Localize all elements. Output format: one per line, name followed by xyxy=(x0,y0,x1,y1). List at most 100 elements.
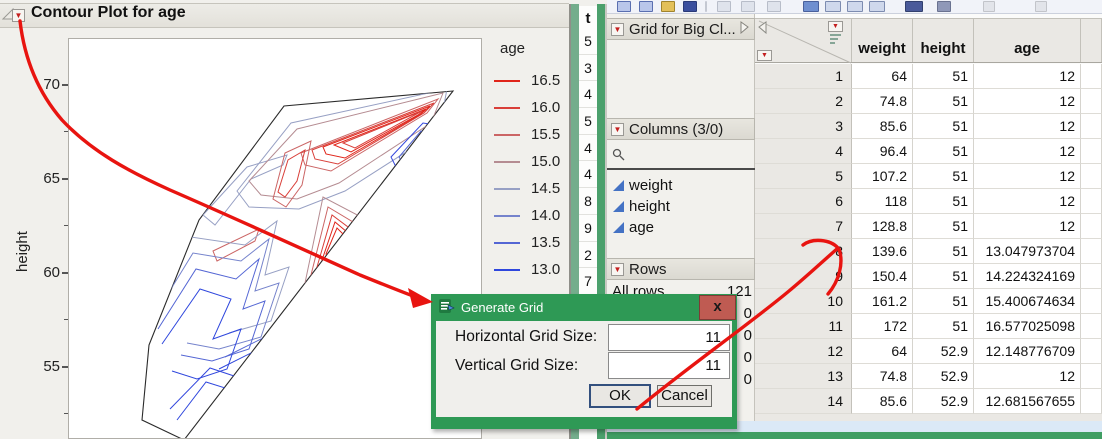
table-row[interactable]: 2 74.8 51 12 xyxy=(755,89,1102,114)
grid-panel-header[interactable]: ▼ Grid for Big Cl... xyxy=(607,18,755,40)
column-list-item[interactable]: height xyxy=(613,196,753,217)
report-menu-button[interactable]: ▼ xyxy=(12,9,25,22)
column-header-weight[interactable]: weight xyxy=(852,19,913,62)
age-cell[interactable]: 12 xyxy=(974,114,1081,139)
toolbar-icon[interactable] xyxy=(683,1,697,12)
table-row[interactable]: 5 107.2 51 12 xyxy=(755,164,1102,189)
height-cell[interactable]: 51 xyxy=(913,64,974,89)
age-cell[interactable]: 16.577025098 xyxy=(974,314,1081,339)
ok-button[interactable]: OK xyxy=(590,385,650,407)
table-row[interactable]: 14 85.6 52.9 12.681567655 xyxy=(755,389,1102,414)
toolbar-icon[interactable] xyxy=(869,1,885,12)
rows-panel-menu-button[interactable]: ▼ xyxy=(611,263,624,276)
age-cell[interactable]: 12 xyxy=(974,64,1081,89)
columns-panel-menu-button[interactable]: ▼ xyxy=(611,123,624,136)
table-row[interactable]: 12 64 52.9 12.148776709 xyxy=(755,339,1102,364)
toolbar-icon[interactable] xyxy=(617,1,631,12)
weight-cell[interactable]: 107.2 xyxy=(852,164,913,189)
weight-cell[interactable]: 85.6 xyxy=(852,114,913,139)
dialog-titlebar[interactable]: Generate Grid x xyxy=(431,294,737,321)
age-cell[interactable]: 12.681567655 xyxy=(974,389,1081,414)
rows-panel-header[interactable]: ▼ Rows xyxy=(607,258,755,280)
columns-panel-header[interactable]: ▼ Columns (3/0) xyxy=(607,118,755,140)
height-cell[interactable]: 51 xyxy=(913,264,974,289)
table-row[interactable]: 11 172 51 16.577025098 xyxy=(755,314,1102,339)
grid-corner-cell[interactable]: ▼ ▼ xyxy=(755,19,852,64)
weight-cell[interactable]: 64 xyxy=(852,339,913,364)
toolbar-icon[interactable] xyxy=(639,1,653,12)
cancel-button[interactable]: Cancel xyxy=(657,385,712,407)
table-row[interactable]: 6 118 51 12 xyxy=(755,189,1102,214)
age-cell[interactable]: 13.047973704 xyxy=(974,239,1081,264)
height-cell[interactable]: 51 xyxy=(913,164,974,189)
weight-cell[interactable]: 74.8 xyxy=(852,89,913,114)
table-row[interactable]: 9 150.4 51 14.224324169 xyxy=(755,264,1102,289)
toolbar-icon[interactable] xyxy=(741,1,755,12)
table-row[interactable]: 3 85.6 51 12 xyxy=(755,114,1102,139)
row-number-cell[interactable]: 2 xyxy=(755,89,852,114)
grid-panel-menu-button[interactable]: ▼ xyxy=(611,23,624,36)
height-cell[interactable]: 51 xyxy=(913,314,974,339)
age-cell[interactable]: 12 xyxy=(974,189,1081,214)
row-number-cell[interactable]: 6 xyxy=(755,189,852,214)
table-row[interactable]: 7 128.8 51 12 xyxy=(755,214,1102,239)
height-cell[interactable]: 51 xyxy=(913,89,974,114)
row-number-cell[interactable]: 7 xyxy=(755,214,852,239)
search-icon[interactable] xyxy=(612,148,626,162)
table-row[interactable]: 10 161.2 51 15.400674634 xyxy=(755,289,1102,314)
weight-cell[interactable]: 118 xyxy=(852,189,913,214)
height-cell[interactable]: 51 xyxy=(913,239,974,264)
age-cell[interactable]: 14.224324169 xyxy=(974,264,1081,289)
weight-cell[interactable]: 161.2 xyxy=(852,289,913,314)
age-cell[interactable]: 12.148776709 xyxy=(974,339,1081,364)
column-list-item[interactable]: age xyxy=(613,217,753,238)
row-number-cell[interactable]: 3 xyxy=(755,114,852,139)
age-cell[interactable]: 12 xyxy=(974,139,1081,164)
toolbar-icon[interactable] xyxy=(767,1,781,12)
age-cell[interactable]: 12 xyxy=(974,89,1081,114)
select-all-triangle-icon[interactable] xyxy=(757,21,768,34)
height-cell[interactable]: 51 xyxy=(913,289,974,314)
age-cell[interactable]: 15.400674634 xyxy=(974,289,1081,314)
table-row[interactable]: 4 96.4 51 12 xyxy=(755,139,1102,164)
table-row[interactable]: 13 74.8 52.9 12 xyxy=(755,364,1102,389)
row-number-cell[interactable]: 12 xyxy=(755,339,852,364)
height-cell[interactable]: 52.9 xyxy=(913,389,974,414)
height-cell[interactable]: 51 xyxy=(913,114,974,139)
horizontal-grid-size-input[interactable]: 11 xyxy=(608,324,730,351)
toolbar-icon[interactable] xyxy=(661,1,675,12)
row-number-cell[interactable]: 10 xyxy=(755,289,852,314)
height-cell[interactable]: 51 xyxy=(913,139,974,164)
age-cell[interactable]: 12 xyxy=(974,214,1081,239)
row-number-cell[interactable]: 5 xyxy=(755,164,852,189)
weight-cell[interactable]: 172 xyxy=(852,314,913,339)
row-number-cell[interactable]: 13 xyxy=(755,364,852,389)
columns-search-box[interactable] xyxy=(607,142,755,170)
expand-right-icon[interactable] xyxy=(740,21,750,34)
height-cell[interactable]: 52.9 xyxy=(913,339,974,364)
height-cell[interactable]: 52.9 xyxy=(913,364,974,389)
toolbar-icon[interactable] xyxy=(825,1,841,12)
column-header-age[interactable]: age xyxy=(974,19,1081,62)
toolbar-icon[interactable] xyxy=(1035,1,1047,12)
columns-menu-button[interactable]: ▼ xyxy=(828,21,843,32)
weight-cell[interactable]: 74.8 xyxy=(852,364,913,389)
vertical-grid-size-input[interactable]: 11 xyxy=(608,352,730,379)
row-number-cell[interactable]: 8 xyxy=(755,239,852,264)
weight-cell[interactable]: 96.4 xyxy=(852,139,913,164)
height-cell[interactable]: 51 xyxy=(913,214,974,239)
column-list-item[interactable]: weight xyxy=(613,175,753,196)
dialog-close-button[interactable]: x xyxy=(699,295,736,320)
row-number-cell[interactable]: 11 xyxy=(755,314,852,339)
rows-menu-button[interactable]: ▼ xyxy=(757,50,772,61)
weight-cell[interactable]: 150.4 xyxy=(852,264,913,289)
weight-cell[interactable]: 85.6 xyxy=(852,389,913,414)
weight-cell[interactable]: 128.8 xyxy=(852,214,913,239)
toolbar-icon[interactable] xyxy=(847,1,863,12)
table-row[interactable]: 1 64 51 12 xyxy=(755,64,1102,89)
age-cell[interactable]: 12 xyxy=(974,364,1081,389)
toolbar-icon[interactable] xyxy=(983,1,995,12)
height-cell[interactable]: 51 xyxy=(913,189,974,214)
toolbar-icon[interactable] xyxy=(803,1,819,12)
age-cell[interactable]: 12 xyxy=(974,164,1081,189)
